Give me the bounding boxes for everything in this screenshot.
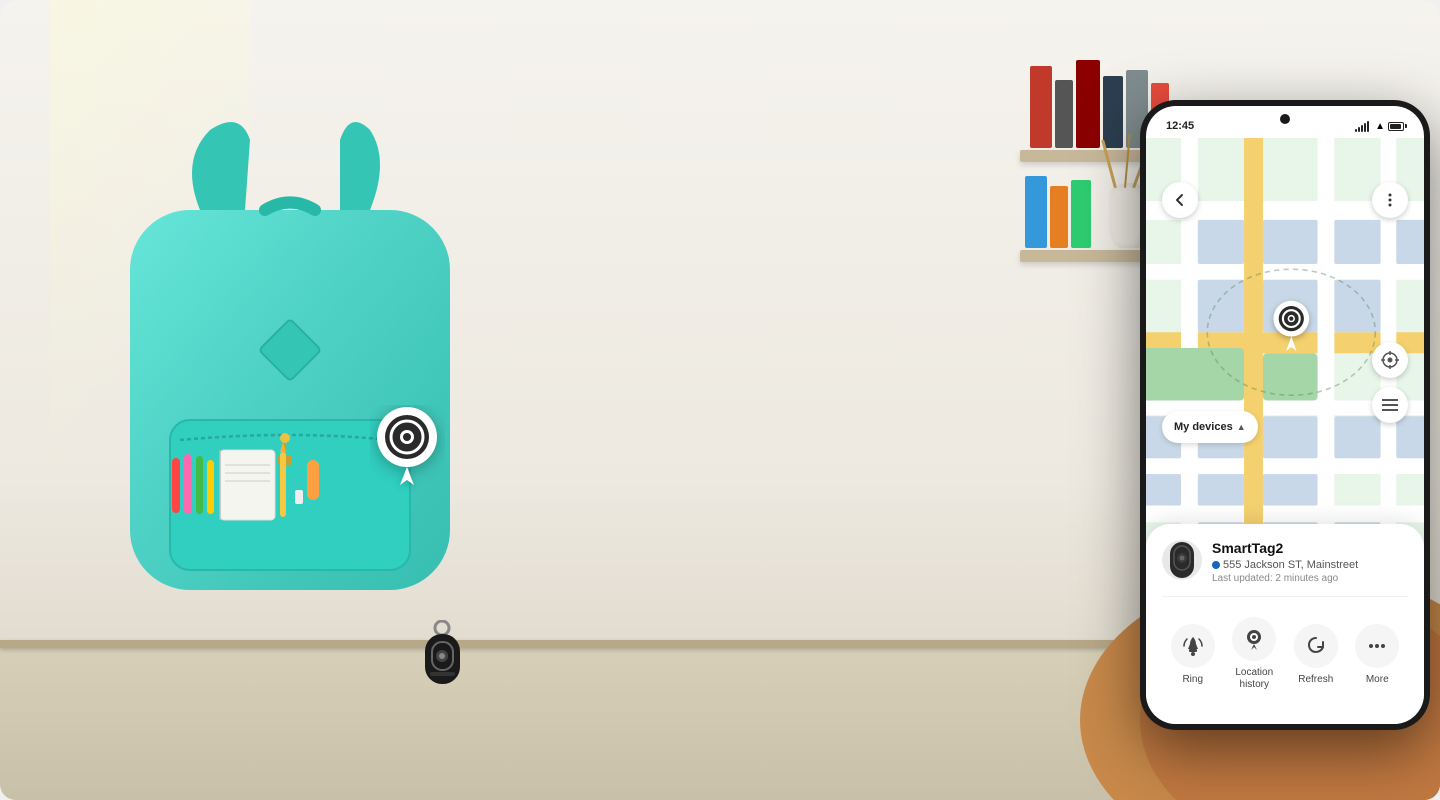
phone-wrapper: 12:45 ▲ [1120, 100, 1440, 780]
map-location-button[interactable] [1372, 342, 1408, 378]
map-list-button[interactable] [1372, 387, 1408, 423]
book-blue [1025, 176, 1047, 248]
battery-icon [1388, 122, 1404, 131]
refresh-icon-wrap [1294, 624, 1338, 668]
address-text: 555 Jackson ST, Mainstreet [1223, 559, 1358, 571]
camera-hole [1280, 114, 1290, 124]
my-devices-button[interactable]: My devices ▲ [1162, 411, 1258, 443]
card-divider [1162, 596, 1408, 597]
smarttag-device [420, 620, 465, 695]
status-time: 12:45 [1166, 120, 1194, 132]
more-button[interactable]: More [1355, 624, 1399, 685]
ring-icon [1182, 635, 1204, 657]
more-label: More [1366, 674, 1389, 685]
action-row: Ring L [1162, 609, 1408, 691]
more-icon-wrap [1355, 624, 1399, 668]
back-arrow-icon [1173, 193, 1187, 207]
bar5 [1367, 121, 1369, 132]
ring-button[interactable]: Ring [1171, 624, 1215, 685]
wifi-icon: ▲ [1375, 121, 1385, 132]
my-devices-label: My devices [1174, 421, 1233, 433]
location-history-label: Location history [1232, 667, 1276, 691]
book-darkred [1076, 60, 1100, 148]
location-dot-icon [1212, 561, 1220, 569]
device-updated: Last updated: 2 minutes ago [1212, 573, 1408, 584]
chevron-up-icon: ▲ [1237, 422, 1246, 432]
battery-fill [1390, 124, 1401, 129]
bar3 [1361, 125, 1363, 132]
scene: 12:45 ▲ [0, 0, 1440, 800]
status-icons: ▲ [1355, 120, 1404, 132]
device-icon [1162, 540, 1202, 580]
map-back-button[interactable] [1162, 182, 1198, 218]
phone-screen: 12:45 ▲ [1146, 106, 1424, 724]
location-history-icon [1243, 628, 1265, 650]
refresh-icon [1305, 635, 1327, 657]
book-orange [1050, 186, 1068, 248]
refresh-label: Refresh [1298, 674, 1333, 685]
location-history-button[interactable]: Location history [1232, 617, 1276, 691]
map-area: My devices ▲ [1146, 138, 1424, 558]
backpack-container [80, 110, 520, 700]
book-red [1030, 66, 1052, 148]
device-card: SmartTag2 555 Jackson ST, Mainstreet Las… [1146, 524, 1424, 724]
ring-label: Ring [1182, 674, 1203, 685]
location-history-icon-wrap [1232, 617, 1276, 661]
device-name: SmartTag2 [1212, 540, 1408, 556]
bar2 [1358, 127, 1360, 132]
map-more-button[interactable] [1372, 182, 1408, 218]
more-dots-icon [1382, 192, 1398, 208]
device-card-header: SmartTag2 555 Jackson ST, Mainstreet Las… [1162, 540, 1408, 584]
bar1 [1355, 129, 1357, 132]
device-address: 555 Jackson ST, Mainstreet [1212, 559, 1408, 571]
refresh-button[interactable]: Refresh [1294, 624, 1338, 685]
ring-icon-wrap [1171, 624, 1215, 668]
smarttag-icon [1168, 541, 1196, 579]
phone-device: 12:45 ▲ [1140, 100, 1430, 730]
location-target-icon [1381, 351, 1399, 369]
bar4 [1364, 123, 1366, 132]
signal-bars [1355, 120, 1369, 132]
device-info: SmartTag2 555 Jackson ST, Mainstreet Las… [1212, 540, 1408, 584]
more-icon [1366, 635, 1388, 657]
book-dark [1055, 80, 1073, 148]
book-green [1071, 180, 1091, 248]
list-icon [1382, 398, 1398, 412]
backpack-svg [80, 110, 520, 700]
smarttag-pin-bag [370, 405, 445, 500]
